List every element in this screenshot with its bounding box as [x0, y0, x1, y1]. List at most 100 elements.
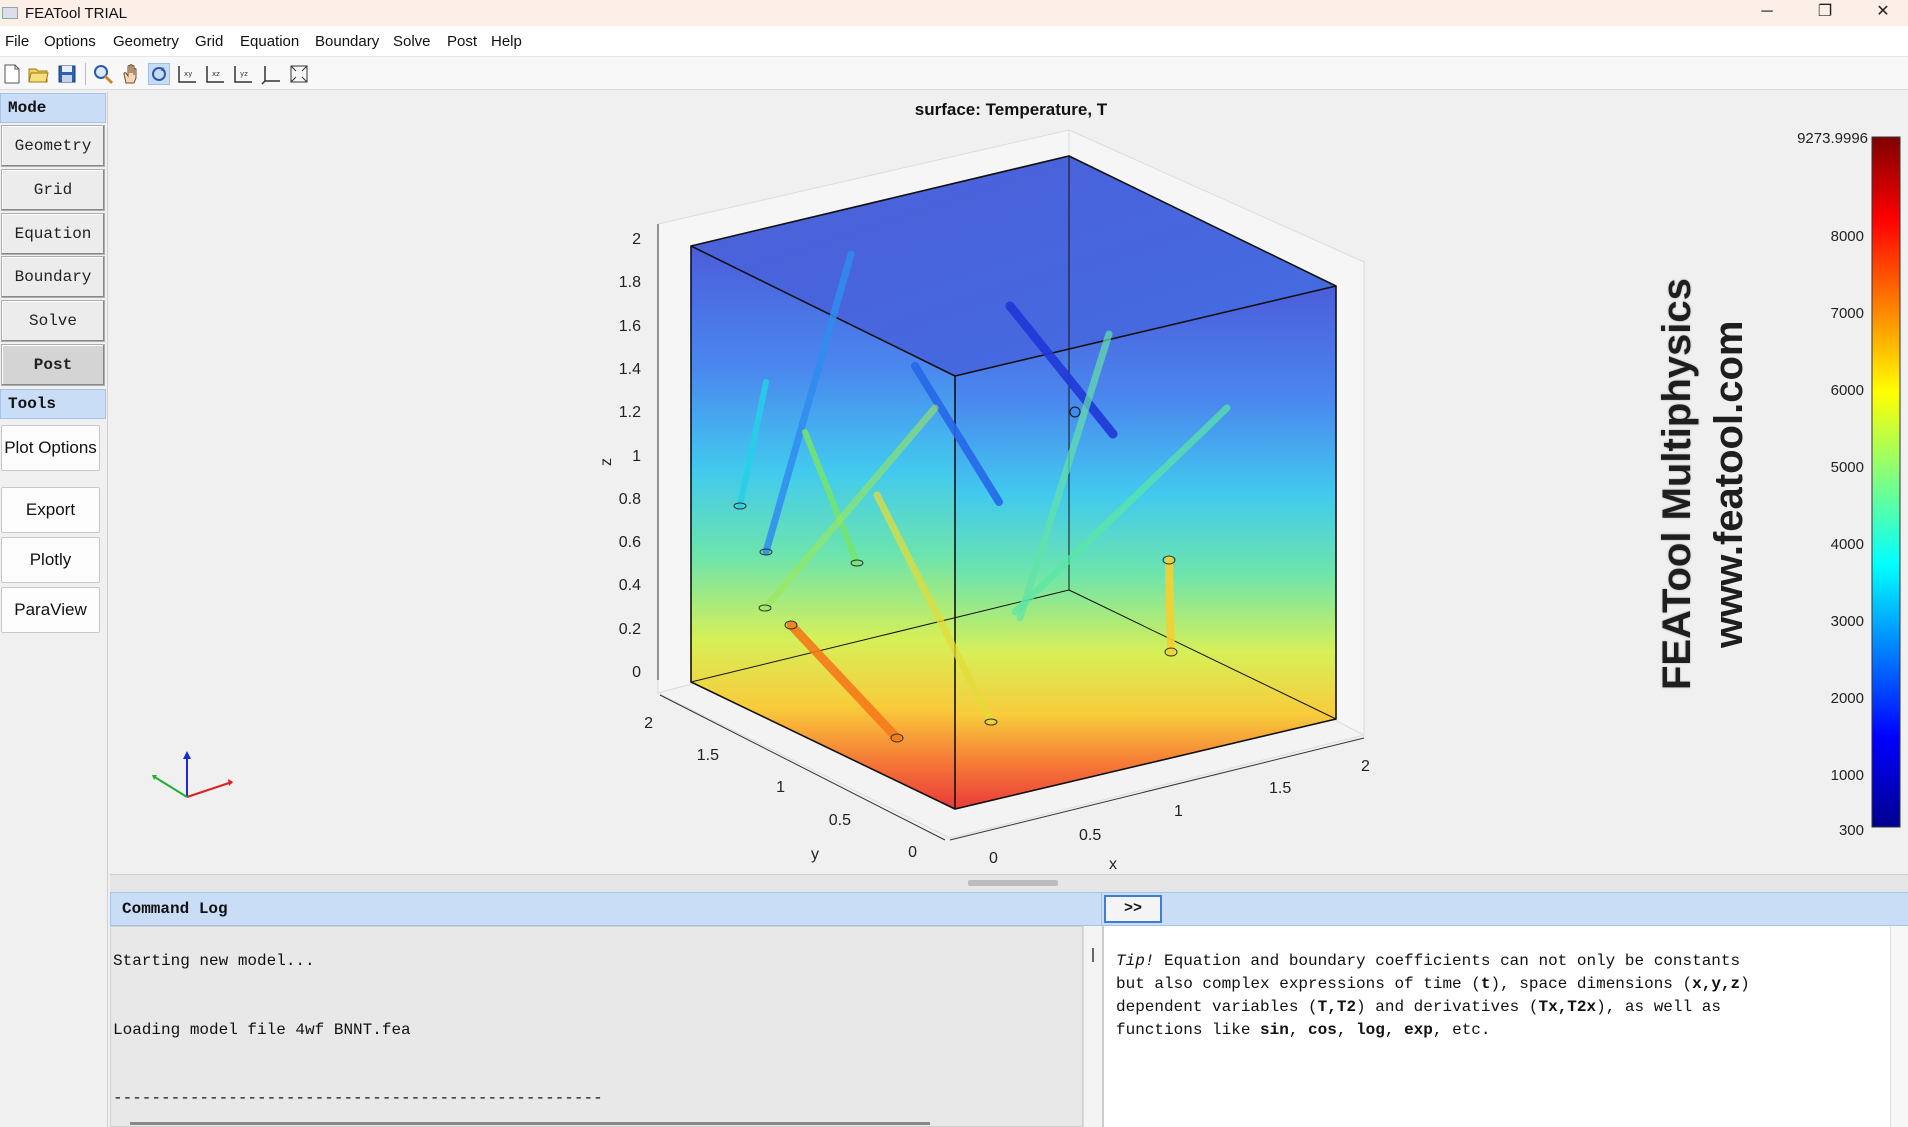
- app-icon: [2, 7, 18, 19]
- z-tick-label: 1.8: [619, 274, 641, 291]
- open-folder-icon[interactable]: [27, 63, 49, 85]
- orientation-triad: [152, 751, 233, 798]
- tip-panel: Tip! Equation and boundary coefficients …: [1102, 926, 1890, 1127]
- colorbar-tick-label: 3000: [1831, 613, 1864, 630]
- menu-geometry[interactable]: Geometry: [113, 33, 179, 50]
- z-axis-label: z: [598, 458, 615, 466]
- colorbar-tick-label: 4000: [1831, 536, 1864, 553]
- x-tick-label: 0.5: [1079, 827, 1101, 844]
- menu-solve[interactable]: Solve: [393, 33, 431, 50]
- zoom-icon[interactable]: [92, 63, 114, 85]
- z-tick-label: 1.4: [619, 361, 641, 378]
- tip-label: Tip!: [1116, 952, 1155, 970]
- view-xz-icon[interactable]: xz: [204, 63, 226, 85]
- z-tick-label: 2: [632, 231, 641, 248]
- log-line: Starting new model...: [113, 952, 315, 970]
- z-tick-label: 1: [632, 448, 641, 465]
- mode-solve-button[interactable]: Solve: [1, 300, 105, 342]
- tools-header: Tools: [0, 389, 106, 419]
- minimize-button[interactable]: ─: [1742, 0, 1792, 26]
- y-axis-label: y: [811, 846, 819, 863]
- command-log-scrollbar[interactable]: [1083, 926, 1102, 1127]
- featool-watermark: FEATool Multiphysics www.featool.com: [1655, 278, 1751, 690]
- colorbar-tick-label: 7000: [1831, 305, 1864, 322]
- plotly-button[interactable]: Plotly: [1, 537, 100, 583]
- z-tick-label: 0.4: [619, 577, 641, 594]
- plot-title: surface: Temperature, T: [915, 100, 1108, 119]
- new-file-icon[interactable]: [1, 63, 23, 85]
- command-log[interactable]: Starting new model... Loading model file…: [110, 926, 1083, 1127]
- x-tick-label: 0: [989, 850, 998, 867]
- menu-file[interactable]: File: [5, 33, 29, 50]
- x-tick-label: 1: [1174, 803, 1183, 820]
- x-axis-label: x: [1109, 856, 1117, 873]
- z-tick-label: 1.2: [619, 404, 641, 421]
- command-log-header: Command Log: [110, 892, 1102, 926]
- tip-line: functions like sin, cos, log, exp, etc.: [1116, 1021, 1491, 1039]
- colorbar: 9273.9996 8000 7000 6000 5000 4000 3000 …: [1797, 130, 1901, 839]
- toggle-panel-button[interactable]: >>: [1104, 895, 1162, 923]
- close-button[interactable]: ✕: [1858, 0, 1908, 26]
- tip-scrollbar[interactable]: [1890, 926, 1908, 1127]
- y-tick-label: 1: [776, 779, 785, 796]
- tip-line: Tip! Equation and boundary coefficients …: [1116, 952, 1741, 970]
- plot-area[interactable]: surface: Temperature, T 2 1.8 1.6 1.4 1.…: [110, 92, 1908, 874]
- scrollbar-thumb[interactable]: [1092, 948, 1094, 962]
- svg-text:yz: yz: [240, 70, 248, 78]
- menu-equation[interactable]: Equation: [240, 33, 299, 50]
- tip-line: dependent variables (T,T2) and derivativ…: [1116, 998, 1721, 1016]
- menu-post[interactable]: Post: [447, 33, 477, 50]
- z-tick-label: 0.6: [619, 534, 641, 551]
- mode-grid-button[interactable]: Grid: [1, 169, 105, 211]
- mode-equation-button[interactable]: Equation: [1, 213, 105, 255]
- menu-grid[interactable]: Grid: [195, 33, 223, 50]
- mode-post-button[interactable]: Post: [1, 344, 105, 386]
- axes-3d-icon[interactable]: [260, 63, 282, 85]
- view-xy-icon[interactable]: xy: [176, 63, 198, 85]
- title-bar: FEATool TRIAL ─ ❐ ✕: [0, 0, 1908, 26]
- menu-bar: File Options Geometry Grid Equation Boun…: [0, 26, 1908, 56]
- y-tick-label: 1.5: [697, 747, 719, 764]
- tip-header: [1102, 892, 1908, 926]
- menu-options[interactable]: Options: [44, 33, 96, 50]
- z-axis: 2 1.8 1.6 1.4 1.2 1 0.8 0.6 0.4 0.2 0 z: [598, 224, 659, 681]
- colorbar-tick-label: 6000: [1831, 382, 1864, 399]
- export-button[interactable]: Export: [1, 487, 100, 533]
- watermark-line1: FEATool Multiphysics: [1655, 278, 1699, 690]
- fit-view-icon[interactable]: [288, 63, 310, 85]
- toolbar: xy xz yz: [0, 56, 1908, 90]
- y-tick-label: 0: [908, 844, 917, 861]
- mode-boundary-button[interactable]: Boundary: [1, 256, 105, 298]
- plot-options-button[interactable]: Plot Options: [1, 425, 100, 471]
- mode-geometry-button[interactable]: Geometry: [1, 125, 105, 167]
- view-yz-icon[interactable]: yz: [232, 63, 254, 85]
- x-tick-label: 1.5: [1269, 780, 1291, 797]
- colorbar-tick-label: 2000: [1831, 690, 1864, 707]
- menu-boundary[interactable]: Boundary: [315, 33, 379, 50]
- tip-line: but also complex expressions of time (t)…: [1116, 975, 1750, 993]
- toolbar-separator: [85, 63, 86, 85]
- rotate-icon[interactable]: [147, 62, 171, 86]
- colorbar-max-label: 9273.9996: [1797, 130, 1868, 147]
- menu-help[interactable]: Help: [491, 33, 522, 50]
- restore-button[interactable]: ❐: [1800, 0, 1850, 26]
- window-title: FEATool TRIAL: [25, 5, 127, 22]
- watermark-line2: www.featool.com: [1707, 321, 1751, 649]
- log-line: ----------------------------------------…: [113, 1089, 603, 1107]
- log-line: Loading model file 4wf BNNT.fea: [113, 1021, 411, 1039]
- splitter-grip[interactable]: [968, 880, 1058, 886]
- panel-splitter[interactable]: [110, 874, 1908, 892]
- colorbar-tick-label: 5000: [1831, 459, 1864, 476]
- paraview-button[interactable]: ParaView: [1, 587, 100, 633]
- save-icon[interactable]: [56, 63, 78, 85]
- x-tick-label: 2: [1361, 758, 1370, 775]
- colorbar-min-label: 300: [1839, 822, 1864, 839]
- mode-header: Mode: [0, 93, 106, 123]
- sidebar: Mode Geometry Grid Equation Boundary Sol…: [0, 92, 108, 1127]
- pan-hand-icon[interactable]: [120, 63, 142, 85]
- z-tick-label: 0.2: [619, 621, 641, 638]
- command-log-hscrollbar[interactable]: [130, 1122, 930, 1125]
- y-tick-label: 0.5: [829, 812, 851, 829]
- svg-text:xz: xz: [212, 70, 220, 78]
- z-tick-label: 0.8: [619, 491, 641, 508]
